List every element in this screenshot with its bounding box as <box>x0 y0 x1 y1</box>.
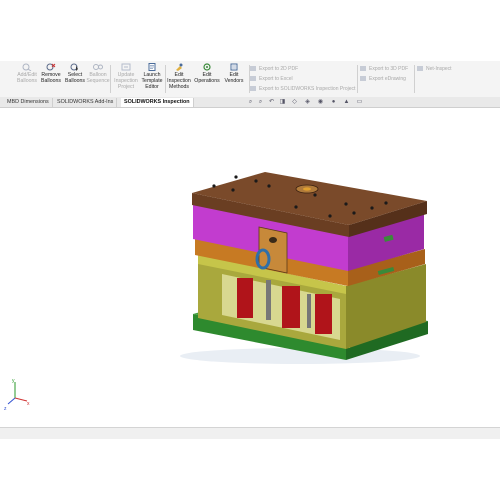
button-label: Launch Template Editor <box>141 72 163 90</box>
pdf-icon <box>250 66 256 72</box>
balloon-sequence-icon <box>93 64 103 70</box>
bracket-hole <box>269 237 277 243</box>
support-pillar <box>282 286 300 328</box>
update-inspection-project-button[interactable]: Update Inspection Project <box>112 63 140 97</box>
triad-x-label: x <box>27 401 30 407</box>
previous-view-icon[interactable]: ↶ <box>268 99 275 105</box>
view-settings-icon[interactable]: ▭ <box>356 99 363 105</box>
tab-solidworks-inspection[interactable]: SOLIDWORKS Inspection <box>121 98 194 107</box>
view-orientation-icon[interactable]: ◇ <box>291 99 298 105</box>
reference-triad: y x z <box>4 378 30 412</box>
export-2d-pdf-button[interactable]: Export to 2D PDF <box>250 65 298 73</box>
button-label: Net-Inspect <box>426 66 452 72</box>
section-view-icon[interactable]: ◨ <box>279 99 286 105</box>
button-label: Remove Balloons <box>41 72 61 84</box>
launch-template-editor-button[interactable]: Launch Template Editor <box>138 63 166 97</box>
operations-icon <box>203 63 211 71</box>
tab-label: SOLIDWORKS Add-Ins <box>57 99 114 105</box>
button-label: Edit Inspection Methods <box>167 72 191 90</box>
button-label: Export eDrawing <box>369 76 406 82</box>
edit-inspection-methods-button[interactable]: Edit Inspection Methods <box>165 63 193 97</box>
ribbon-separator <box>357 65 358 93</box>
button-label: Edit Vendors <box>224 72 244 84</box>
button-label: Export to 3D PDF <box>369 66 409 72</box>
ejector-pin <box>307 294 311 328</box>
inspection-project-icon <box>250 86 256 92</box>
export-edrawing-button[interactable]: Export eDrawing <box>360 75 406 83</box>
tab-label: SOLIDWORKS Inspection <box>124 99 190 105</box>
net-inspect-button[interactable]: Net-Inspect <box>417 65 452 73</box>
export-3d-pdf-button[interactable]: Export to 3D PDF <box>360 65 408 73</box>
graphics-area[interactable]: y x z <box>0 108 500 426</box>
zoom-area-icon[interactable]: ⌕ <box>257 99 264 105</box>
edit-vendors-button[interactable]: Edit Vendors <box>220 63 248 97</box>
button-label: Add/Edit Balloons <box>17 72 37 84</box>
update-project-icon <box>121 63 131 71</box>
button-label: Balloon Sequence <box>86 72 110 84</box>
triad-z-label: z <box>4 406 7 412</box>
pdf-icon <box>360 66 366 72</box>
button-label: Export to Excel <box>259 76 293 82</box>
inspection-methods-icon <box>176 63 183 71</box>
net-inspect-icon <box>417 66 423 72</box>
button-label: Update Inspection Project <box>114 72 138 90</box>
edit-operations-button[interactable]: Edit Operations <box>193 63 221 97</box>
display-style-icon[interactable]: ◈ <box>304 99 311 105</box>
tab-label: MBD Dimensions <box>7 99 49 105</box>
ribbon-separator <box>414 65 415 93</box>
edrawing-icon <box>360 76 366 82</box>
select-balloon-icon <box>70 63 78 71</box>
button-label: Edit Operations <box>194 72 220 84</box>
tab-solidworks-add-ins[interactable]: SOLIDWORKS Add-Ins <box>54 98 118 107</box>
button-label: Select Balloons <box>65 72 85 84</box>
sprue-hole <box>303 187 311 191</box>
button-label: Export to SOLIDWORKS Inspection Project <box>259 86 356 92</box>
solidworks-window: Add/Edit Balloons Remove Balloons Select… <box>0 61 500 439</box>
edit-appearance-icon[interactable]: ● <box>330 99 337 105</box>
tab-mbd-dimensions[interactable]: MBD Dimensions <box>4 98 53 107</box>
zoom-to-fit-icon[interactable]: ⌕ <box>247 99 254 105</box>
remove-balloon-icon <box>46 63 56 71</box>
export-excel-button[interactable]: Export to Excel <box>250 75 293 83</box>
template-editor-icon <box>148 63 156 71</box>
balloon-sequence-button[interactable]: Balloon Sequence <box>84 63 112 97</box>
apply-scene-icon[interactable]: ▲ <box>343 99 350 105</box>
ribbon-separator <box>110 65 111 93</box>
add-balloon-icon <box>22 63 32 71</box>
vendors-icon <box>230 63 238 71</box>
export-inspection-project-button[interactable]: Export to SOLIDWORKS Inspection Project <box>250 85 355 93</box>
support-pillar <box>237 278 253 318</box>
mold-assembly-model[interactable]: y x z <box>0 108 500 426</box>
button-label: Export to 2D PDF <box>259 66 299 72</box>
status-bar <box>0 427 500 439</box>
excel-icon <box>250 76 256 82</box>
support-pillar <box>315 294 332 334</box>
hide-show-icon[interactable]: ◉ <box>317 99 324 105</box>
command-manager-ribbon: Add/Edit Balloons Remove Balloons Select… <box>0 61 500 98</box>
ejector-pin <box>266 280 271 320</box>
